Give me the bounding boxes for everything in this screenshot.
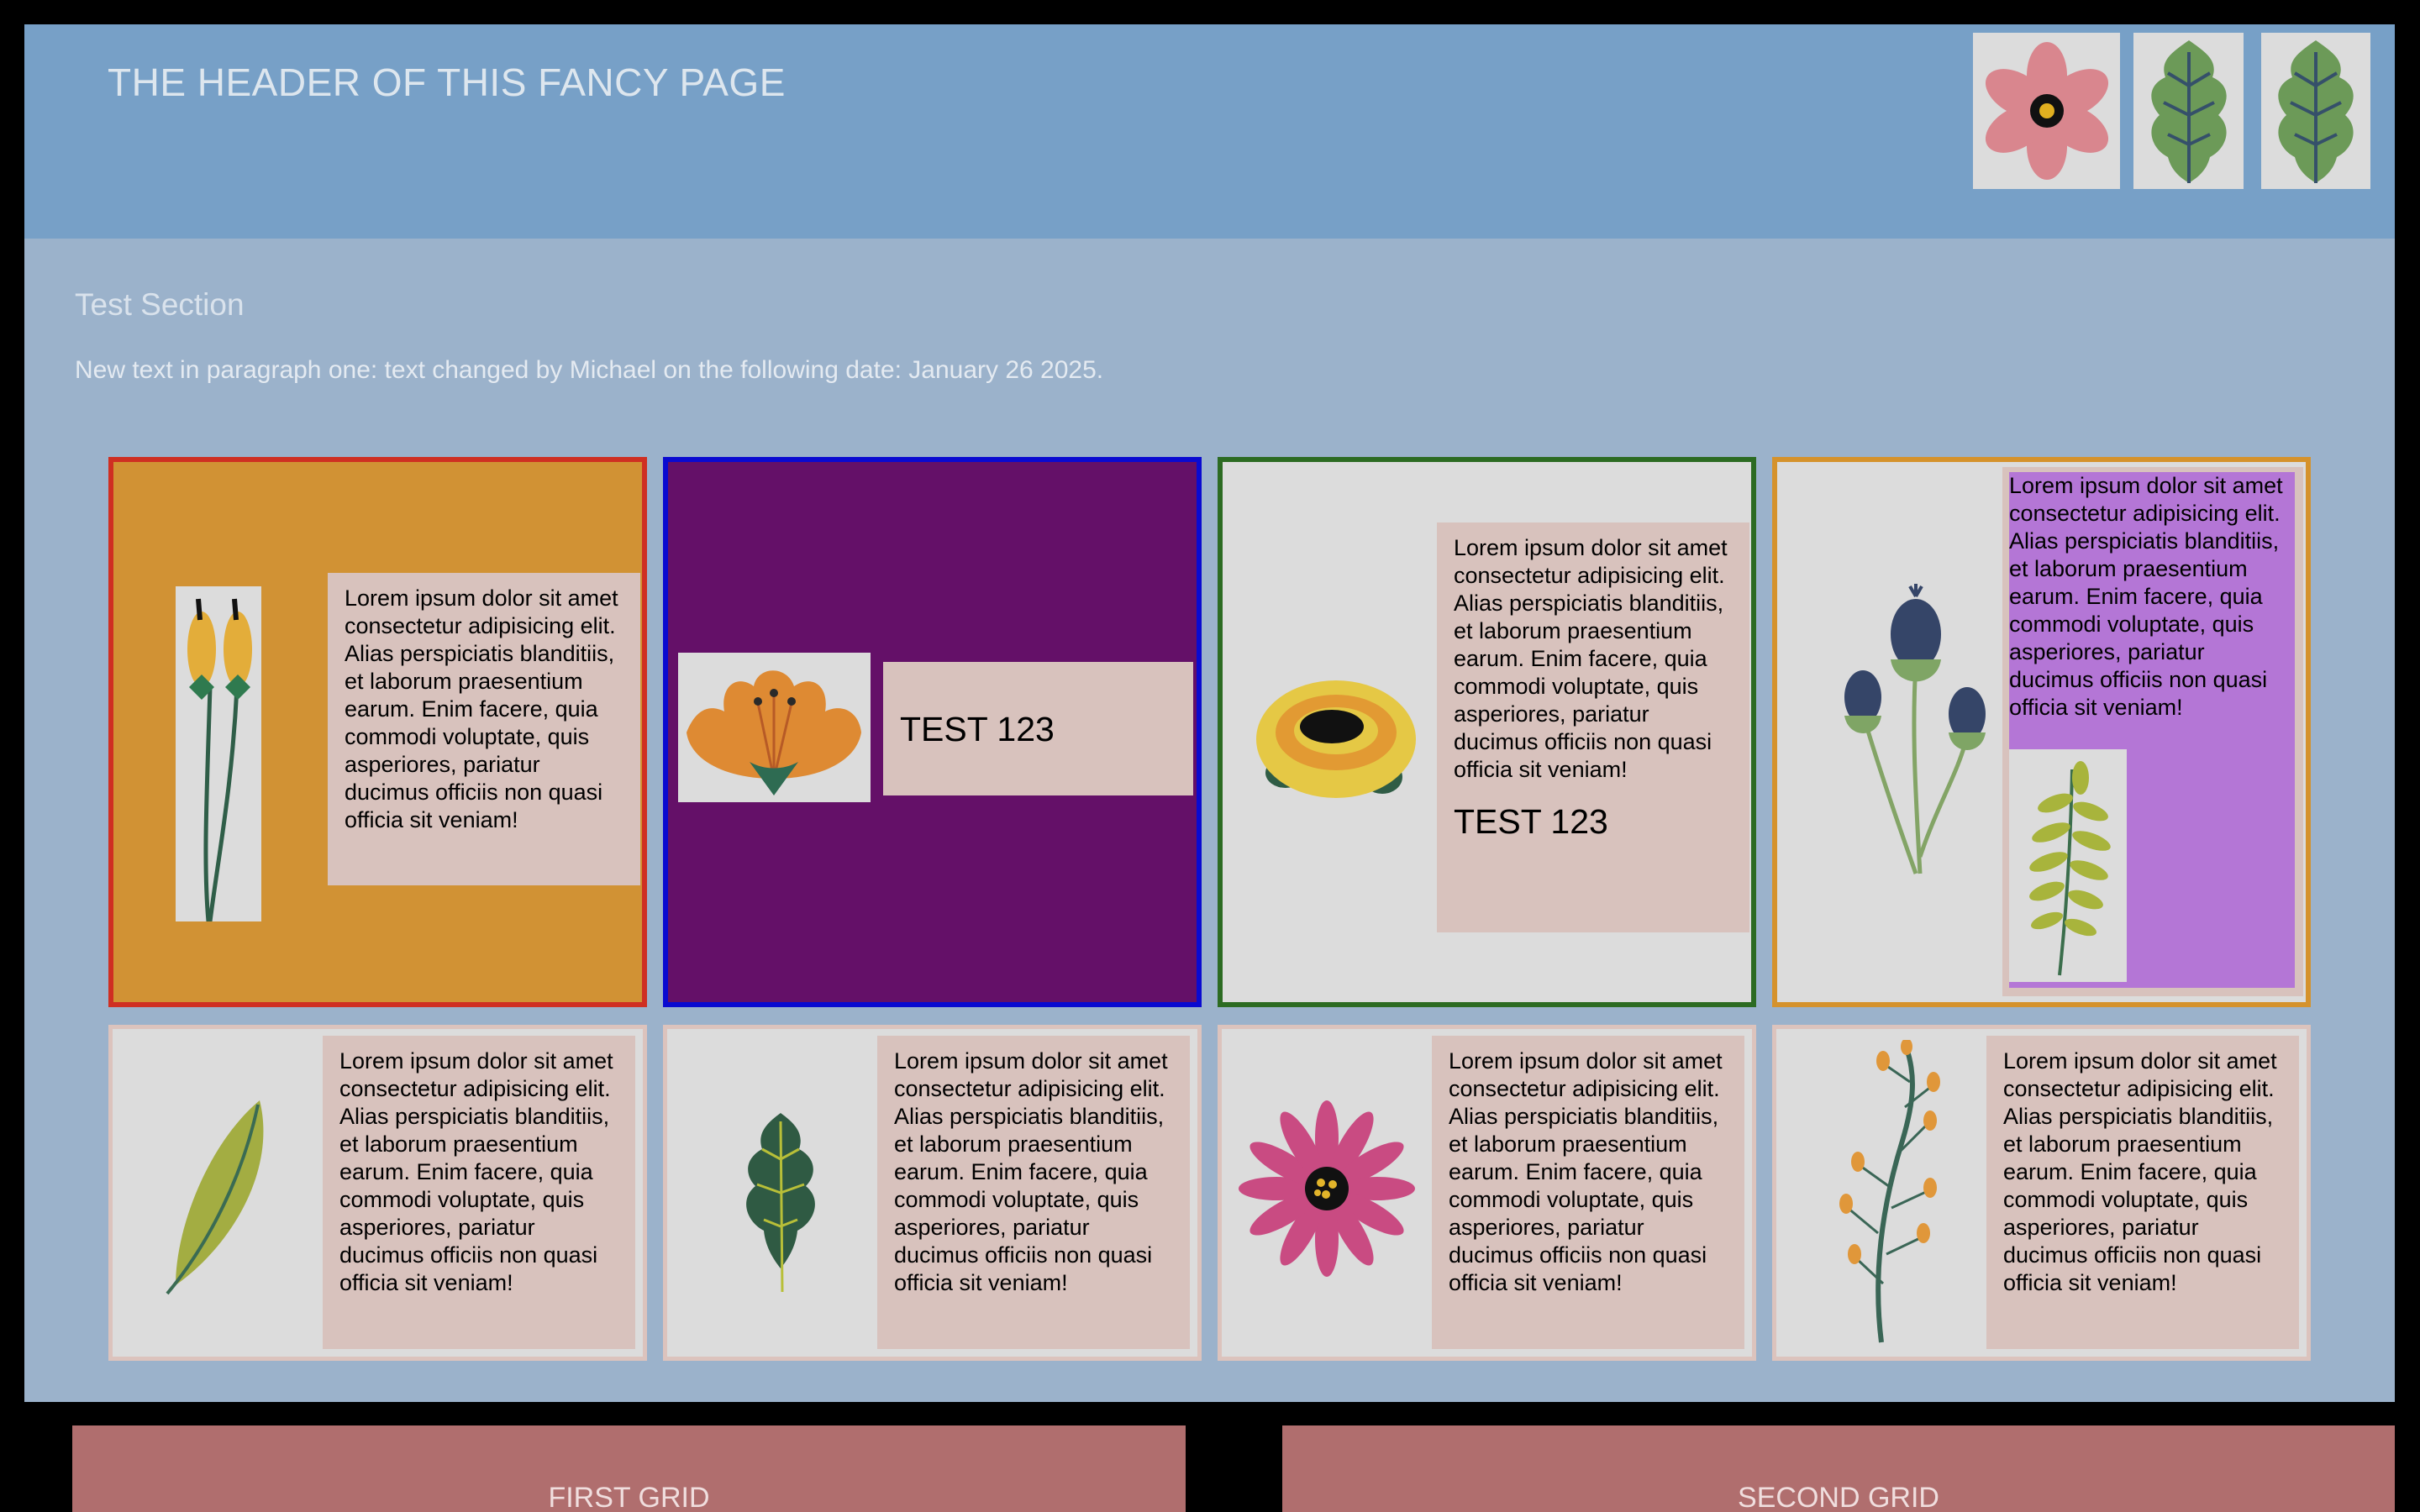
flower-icon: [1985, 42, 2108, 180]
wheat-icon: [187, 598, 252, 921]
card-image: [1248, 655, 1424, 823]
card-text: Lorem ipsum dolor sit amet consectetur a…: [1454, 535, 1728, 782]
card-yellow-border: Lorem ipsum dolor sit amet consectetur a…: [1772, 457, 2311, 1007]
leaf-icon: [166, 1100, 264, 1295]
card-green: Lorem ipsum dolor sit amet consectetur a…: [1218, 457, 1756, 1007]
card-text: Lorem ipsum dolor sit amet consectetur a…: [1432, 1036, 1744, 1349]
card-bottom-3: Lorem ipsum dolor sit amet consectetur a…: [1218, 1025, 1756, 1361]
card-image: [1239, 1096, 1415, 1281]
header: THE HEADER OF THIS FANCY PAGE: [24, 24, 2395, 239]
second-grid-label: SECOND GRID: [1738, 1482, 1939, 1512]
header-thumb-flower: [1973, 33, 2120, 189]
thistle-icon: [1844, 584, 1986, 874]
berry-branch-icon: [1839, 1039, 1940, 1342]
card-bottom-2: Lorem ipsum dolor sit amet consectetur a…: [663, 1025, 1202, 1361]
leaf-icon: [2150, 40, 2227, 183]
rose-icon: [1256, 680, 1416, 798]
section-title: Test Section: [75, 287, 245, 322]
card-text: Lorem ipsum dolor sit amet consectetur a…: [1986, 1036, 2299, 1349]
card-heading: TEST 123: [883, 662, 1193, 795]
card-text: Lorem ipsum dolor sit amet consectetur a…: [2009, 473, 2283, 720]
daisy-icon: [1239, 1100, 1415, 1277]
card-heading: TEST 123: [1454, 802, 1608, 841]
card-image: [176, 586, 261, 921]
card-text: Lorem ipsum dolor sit amet consectetur a…: [877, 1036, 1190, 1349]
header-thumb-leaf-1: [2133, 33, 2244, 189]
card-text: Lorem ipsum dolor sit amet consectetur a…: [323, 1036, 635, 1349]
card-purple: TEST 123: [663, 457, 1202, 1007]
card-text-box: Lorem ipsum dolor sit amet consectetur a…: [1437, 522, 1749, 932]
leaf-icon: [2278, 40, 2354, 183]
first-grid-label: FIRST GRID: [548, 1482, 710, 1512]
oak-leaf-icon: [746, 1113, 815, 1293]
header-title: THE HEADER OF THIS FANCY PAGE: [108, 60, 786, 104]
lily-icon: [687, 670, 861, 795]
card-image: [718, 1096, 844, 1306]
section-paragraph: New text in paragraph one: text changed …: [75, 356, 1104, 384]
footer-second-grid: SECOND GRID: [1282, 1425, 2395, 1512]
card-bottom-1: Lorem ipsum dolor sit amet consectetur a…: [108, 1025, 647, 1361]
card-text: Lorem ipsum dolor sit amet consectetur a…: [328, 573, 640, 885]
card-inner-frame: Lorem ipsum dolor sit amet consectetur a…: [2002, 467, 2303, 996]
card-orange: Lorem ipsum dolor sit amet consectetur a…: [108, 457, 647, 1007]
fern-icon: [2029, 760, 2111, 975]
card-image-secondary: [2009, 749, 2127, 982]
card-image: [1811, 580, 2012, 882]
card-image: [155, 1079, 281, 1306]
card-bottom-4: Lorem ipsum dolor sit amet consectetur a…: [1772, 1025, 2311, 1361]
header-thumb-leaf-2: [2261, 33, 2370, 189]
card-inner-panel: Lorem ipsum dolor sit amet consectetur a…: [2009, 472, 2295, 988]
card-image: [1810, 1037, 1978, 1352]
page: THE HEADER OF THIS FANCY PAGE Test Secti…: [24, 24, 2395, 1402]
card-image: [678, 653, 871, 802]
footer-first-grid: FIRST GRID: [72, 1425, 1186, 1512]
